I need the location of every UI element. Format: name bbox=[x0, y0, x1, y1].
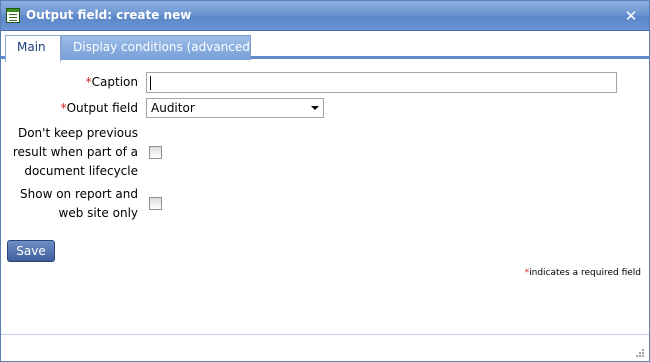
caption-label: *Caption bbox=[85, 75, 138, 89]
tab-display-conditions[interactable]: Display conditions (advanced) bbox=[61, 35, 255, 60]
output-field-label: *Output field bbox=[60, 101, 138, 115]
caption-input[interactable] bbox=[146, 72, 617, 93]
form-body: *Caption *Output field Auditor Don't kee… bbox=[1, 59, 649, 269]
output-field-select[interactable]: Auditor bbox=[146, 98, 324, 118]
show-on-report-checkbox[interactable] bbox=[149, 197, 162, 210]
text-caret bbox=[150, 76, 151, 90]
dialog-window: Output field: create new ✕ Main Display … bbox=[0, 0, 650, 362]
resize-grip-icon[interactable] bbox=[636, 349, 645, 358]
dont-keep-label-line-2: result when part of a bbox=[12, 145, 138, 159]
dialog-title: Output field: create new bbox=[26, 8, 192, 22]
dialog-footer bbox=[1, 334, 649, 361]
dont-keep-label-line-3: document lifecycle bbox=[24, 164, 138, 178]
dont-keep-checkbox[interactable] bbox=[149, 146, 162, 159]
close-icon[interactable]: ✕ bbox=[621, 6, 641, 26]
show-on-report-label-line-1: Show on report and bbox=[20, 187, 138, 201]
tab-strip: Main Display conditions (advanced) bbox=[1, 32, 649, 62]
tab-main[interactable]: Main bbox=[5, 35, 61, 62]
form-icon bbox=[6, 8, 20, 23]
output-field-value: Auditor bbox=[151, 101, 195, 115]
save-button[interactable]: Save bbox=[7, 240, 55, 262]
chevron-down-icon bbox=[311, 106, 319, 110]
dont-keep-label-line-1: Don't keep previous bbox=[17, 126, 138, 140]
dialog-titlebar[interactable]: Output field: create new ✕ bbox=[1, 1, 649, 31]
required-field-note: *indicates a required field bbox=[524, 268, 641, 278]
show-on-report-label-line-2: web site only bbox=[58, 206, 139, 220]
